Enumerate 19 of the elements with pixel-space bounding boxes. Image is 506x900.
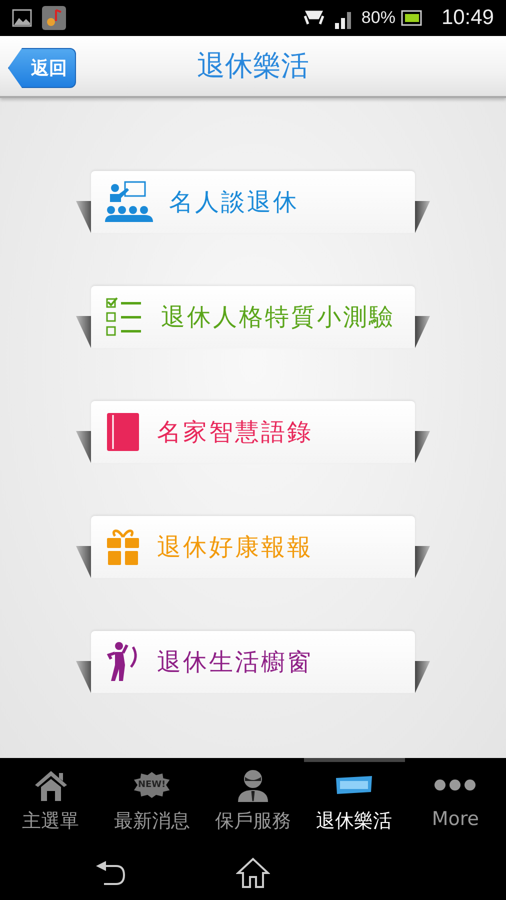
menu-card[interactable]: 退休生活櫥窗: [91, 631, 415, 693]
tab[interactable]: 主選單: [0, 758, 102, 845]
page-title: 退休樂活: [197, 48, 309, 84]
vibrate-icon: [303, 10, 326, 26]
menu-card[interactable]: 名家智慧語錄: [91, 401, 415, 463]
tab[interactable]: More: [404, 758, 506, 845]
tab[interactable]: NEW! 最新消息: [101, 758, 202, 845]
battery-icon: [401, 10, 424, 26]
app-icon: [42, 6, 66, 30]
new-badge: NEW!: [134, 772, 170, 798]
battery-percent: 80%: [361, 8, 396, 28]
menu-card[interactable]: 名人談退休: [91, 171, 415, 233]
tab[interactable]: 保戶服務: [202, 758, 304, 845]
banner-icon: [334, 775, 374, 795]
clock: 10:49: [441, 6, 494, 30]
house-icon: [34, 769, 68, 801]
more-icon: [434, 779, 476, 791]
agent-icon: [236, 768, 270, 802]
picture-icon: [12, 9, 32, 27]
